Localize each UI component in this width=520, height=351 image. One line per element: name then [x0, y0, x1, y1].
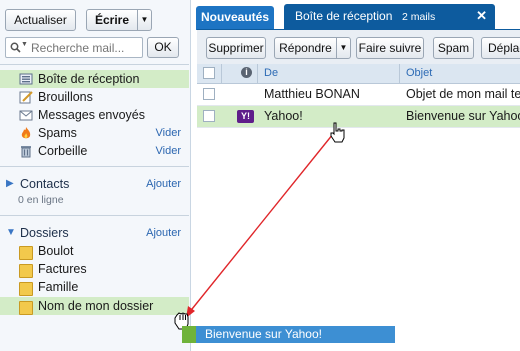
- forward-button[interactable]: Faire suivre: [356, 37, 424, 59]
- sidebar-item-label: Corbeille: [38, 144, 88, 158]
- sidebar-item-drafts[interactable]: Brouillons: [0, 88, 189, 106]
- table-row[interactable]: Matthieu BONAN Objet de mon mail te: [197, 84, 520, 106]
- tab-label: Boîte de réception: [295, 9, 393, 23]
- search-ok-button[interactable]: OK: [147, 37, 179, 58]
- select-all-checkbox[interactable]: [203, 67, 215, 79]
- empty-trash-link[interactable]: Vider: [156, 142, 181, 160]
- add-folder-link[interactable]: Ajouter: [146, 224, 181, 242]
- search-input[interactable]: [31, 39, 139, 56]
- yahoo-logo-icon: Y!: [237, 110, 254, 123]
- checkmark-icon: [182, 326, 196, 343]
- sidebar: Actualiser Écrire ▼ ▼ OK Boîte de récept…: [0, 0, 191, 351]
- sidebar-item-label: Messages envoyés: [38, 108, 146, 122]
- folder-icon: [19, 246, 33, 260]
- divider: [0, 64, 189, 65]
- move-button[interactable]: Déplac: [481, 37, 520, 59]
- sidebar-item-folder[interactable]: Factures: [0, 260, 189, 278]
- sent-icon: [19, 110, 33, 121]
- tab-inbox[interactable]: Boîte de réception 2 mails ✕: [284, 4, 495, 30]
- column-header-from[interactable]: De: [264, 67, 278, 79]
- folders-title: Dossiers: [20, 226, 69, 240]
- reply-button[interactable]: Répondre ▼: [274, 37, 351, 59]
- folder-label: Famille: [38, 280, 79, 294]
- hand-cursor-icon: [330, 122, 345, 143]
- sidebar-item-folder[interactable]: Famille: [0, 278, 189, 296]
- sidebar-item-label: Brouillons: [38, 90, 93, 104]
- row-from: Matthieu BONAN: [264, 87, 360, 101]
- mail-toolbar: Supprimer Répondre ▼ Faire suivre Spam D…: [197, 30, 520, 65]
- chevron-down-icon[interactable]: ▼: [137, 10, 151, 30]
- folder-icon: [19, 282, 33, 296]
- sidebar-item-label: Spams: [38, 126, 77, 140]
- tab-news[interactable]: Nouveautés: [196, 6, 274, 30]
- drag-ghost: Bienvenue sur Yahoo!: [182, 326, 395, 343]
- refresh-button[interactable]: Actualiser: [5, 9, 76, 31]
- sidebar-item-inbox[interactable]: Boîte de réception: [0, 70, 189, 88]
- add-contact-link[interactable]: Ajouter: [146, 175, 181, 193]
- drafts-icon: [19, 91, 33, 104]
- row-checkbox[interactable]: [203, 88, 215, 100]
- row-subject: Bienvenue sur Yahoo!: [406, 109, 520, 123]
- compose-label: Écrire: [94, 13, 130, 27]
- search-field[interactable]: ▼: [5, 37, 143, 58]
- chevron-down-icon[interactable]: ▼: [336, 38, 350, 58]
- folder-label: Nom de mon dossier: [38, 299, 154, 313]
- expand-triangle-icon[interactable]: ▶: [6, 175, 14, 193]
- reply-label: Répondre: [279, 41, 332, 55]
- table-row-selected[interactable]: Y! Yahoo! Bienvenue sur Yahoo!: [197, 106, 520, 128]
- chevron-down-icon[interactable]: ▼: [21, 41, 28, 48]
- column-header-subject[interactable]: Objet: [406, 67, 432, 79]
- message-list-header: i De Objet: [197, 64, 520, 84]
- close-icon[interactable]: ✕: [476, 4, 487, 28]
- contacts-online-status: 0 en ligne: [18, 194, 64, 206]
- drag-ghost-label: Bienvenue sur Yahoo!: [205, 327, 322, 341]
- tab-mail-count: 2 mails: [402, 11, 436, 23]
- delete-button[interactable]: Supprimer: [206, 37, 266, 59]
- collapse-triangle-icon[interactable]: ▼: [6, 224, 16, 242]
- contacts-title: Contacts: [20, 177, 70, 191]
- tab-bar: Nouveautés Boîte de réception 2 mails ✕: [191, 0, 520, 30]
- row-checkbox[interactable]: [203, 110, 215, 122]
- empty-spam-link[interactable]: Vider: [156, 124, 181, 142]
- sidebar-item-folder[interactable]: Boulot: [0, 242, 189, 260]
- row-subject: Objet de mon mail te: [406, 87, 520, 101]
- sidebar-item-trash[interactable]: Corbeille Vider: [0, 142, 189, 160]
- search-icon: [10, 42, 21, 53]
- folder-label: Factures: [38, 262, 87, 276]
- sidebar-item-folder-drop-target[interactable]: Nom de mon dossier: [0, 297, 189, 315]
- sidebar-item-label: Boîte de réception: [38, 72, 140, 86]
- folder-icon: [19, 301, 33, 315]
- info-icon: i: [241, 67, 252, 78]
- sidebar-item-sent[interactable]: Messages envoyés: [0, 106, 189, 124]
- inbox-icon: [19, 73, 33, 85]
- folder-icon: [19, 264, 33, 278]
- column-separator: [221, 64, 222, 83]
- contacts-section-header[interactable]: ▶ Contacts Ajouter: [0, 175, 189, 193]
- trash-icon: [21, 146, 31, 158]
- spam-button[interactable]: Spam: [433, 37, 474, 59]
- spam-icon: [21, 127, 31, 139]
- compose-button[interactable]: Écrire ▼: [86, 9, 152, 31]
- divider: [0, 166, 189, 167]
- folder-label: Boulot: [38, 244, 74, 258]
- folders-section-header[interactable]: ▼ Dossiers Ajouter: [0, 224, 189, 242]
- row-from: Yahoo!: [264, 109, 303, 123]
- column-separator: [399, 64, 400, 83]
- column-separator: [257, 64, 258, 83]
- sidebar-item-spam[interactable]: Spams Vider: [0, 124, 189, 142]
- divider: [0, 215, 189, 216]
